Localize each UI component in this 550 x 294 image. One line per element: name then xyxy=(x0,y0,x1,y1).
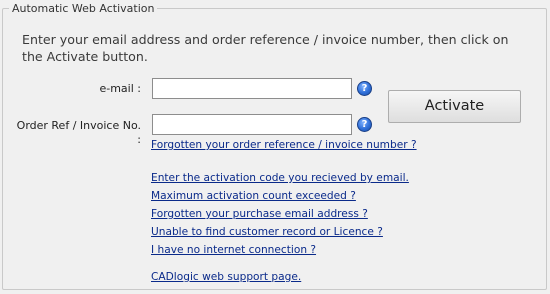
order-ref-label: Order Ref / Invoice No. : xyxy=(16,119,141,146)
email-help-icon[interactable]: ? xyxy=(357,81,372,96)
max-activation-count-link[interactable]: Maximum activation count exceeded ? xyxy=(151,190,356,203)
email-field[interactable] xyxy=(152,78,352,99)
email-label: e-mail : xyxy=(99,82,141,95)
no-customer-record-link[interactable]: Unable to find customer record or Licenc… xyxy=(151,226,383,239)
group-title: Automatic Web Activation xyxy=(9,2,158,15)
order-ref-field[interactable] xyxy=(152,114,352,135)
support-page-link[interactable]: CADlogic web support page. xyxy=(151,271,301,284)
enter-activation-code-link[interactable]: Enter the activation code you recieved b… xyxy=(151,172,409,185)
no-internet-link[interactable]: I have no internet connection ? xyxy=(151,244,316,257)
forgot-email-link[interactable]: Forgotten your purchase email address ? xyxy=(151,208,368,221)
forgot-order-ref-link[interactable]: Forgotten your order reference / invoice… xyxy=(151,139,417,152)
activate-button[interactable]: Activate xyxy=(388,90,521,123)
order-ref-help-icon[interactable]: ? xyxy=(357,117,372,132)
instructions-text: Enter your email address and order refer… xyxy=(22,32,509,64)
